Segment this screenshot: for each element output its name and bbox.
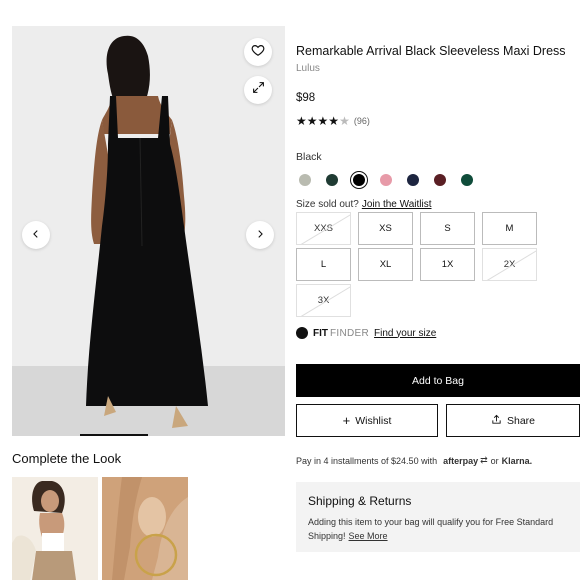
color-swatch-dot — [407, 174, 419, 186]
installments-text: Pay in 4 installments of $24.50 with — [296, 455, 438, 466]
fit-finder-fit: FIT — [313, 327, 328, 339]
afterpay-logo[interactable]: afterpay — [443, 456, 478, 466]
wishlist-button[interactable]: + Wishlist — [296, 404, 438, 437]
complete-the-look-heading: Complete the Look — [12, 451, 122, 466]
color-swatch-black[interactable] — [350, 171, 368, 189]
image-position-indicator — [80, 434, 148, 436]
star-icon: ★ — [317, 114, 329, 128]
look-photo — [102, 477, 188, 580]
size-option-m[interactable]: M — [482, 212, 537, 245]
afterpay-icon: ⇄ — [480, 455, 488, 465]
star-rating: ★ ★ ★ ★ ★ — [296, 114, 350, 128]
heart-icon — [251, 43, 265, 62]
add-to-bag-label: Add to Bag — [412, 374, 464, 387]
share-button[interactable]: Share — [446, 404, 580, 437]
installments-info: Pay in 4 installments of $24.50 with aft… — [296, 455, 532, 466]
star-icon: ★ — [306, 114, 318, 128]
fit-finder-finder: FINDER — [330, 327, 370, 339]
color-swatch-dark-green[interactable] — [323, 171, 341, 189]
find-your-size-link[interactable]: Find your size — [374, 328, 436, 339]
chevron-left-icon — [31, 226, 41, 244]
selected-color-label: Black — [296, 151, 322, 163]
product-price: $98 — [296, 92, 316, 104]
size-option-s[interactable]: S — [420, 212, 475, 245]
color-swatch-burgundy[interactable] — [431, 171, 449, 189]
size-option-xxs[interactable]: XXS — [296, 212, 351, 245]
shipping-body: Adding this item to your bag will qualif… — [308, 515, 568, 543]
look-thumbnail[interactable] — [12, 477, 98, 580]
size-option-xs[interactable]: XS — [358, 212, 413, 245]
add-to-bag-button[interactable]: Add to Bag — [296, 364, 580, 397]
size-option-3x[interactable]: 3X — [296, 284, 351, 317]
size-option-2x[interactable]: 2X — [482, 248, 537, 281]
size-option-l[interactable]: L — [296, 248, 351, 281]
shipping-heading: Shipping & Returns — [308, 494, 412, 508]
brand-link[interactable]: Lulus — [296, 63, 320, 74]
next-image-button[interactable] — [246, 221, 274, 249]
expand-icon — [252, 81, 265, 99]
color-swatch-emerald[interactable] — [458, 171, 476, 189]
klarna-logo[interactable]: Klarna. — [502, 456, 533, 466]
size-option-1x[interactable]: 1X — [420, 248, 475, 281]
star-icon: ★ — [328, 114, 340, 128]
review-count[interactable]: (96) — [354, 116, 370, 126]
share-label: Share — [506, 414, 536, 427]
color-swatch-dot — [434, 174, 446, 186]
shipping-text: Adding this item to your bag will qualif… — [308, 517, 554, 541]
color-swatch-pink[interactable] — [377, 171, 395, 189]
size-option-xl[interactable]: XL — [358, 248, 413, 281]
fit-finder-icon — [296, 327, 308, 339]
size-sold-out-note: Size sold out? Join the Waitlist — [296, 199, 431, 210]
rating[interactable]: ★ ★ ★ ★ ★ (96) — [296, 114, 370, 128]
star-icon: ★ — [296, 114, 307, 128]
color-swatches — [296, 171, 485, 189]
chevron-right-icon — [255, 226, 265, 244]
see-more-link[interactable]: See More — [349, 531, 388, 541]
color-swatch-sage[interactable] — [296, 171, 314, 189]
size-note-text: Size sold out? — [296, 199, 359, 210]
star-half-icon: ★ — [339, 114, 350, 128]
color-swatch-dot — [380, 174, 392, 186]
color-swatch-dot — [326, 174, 338, 186]
fit-finder: FIT FINDER Find your size — [296, 327, 436, 339]
look-photo — [12, 481, 76, 580]
color-swatch-dot — [299, 174, 311, 186]
color-swatch-dot — [353, 174, 365, 186]
product-title: Remarkable Arrival Black Sleeveless Maxi… — [296, 44, 566, 58]
wishlist-label: Wishlist — [355, 414, 392, 427]
look-thumbnail[interactable] — [102, 477, 188, 580]
installments-or: or — [490, 455, 499, 466]
plus-icon: + — [342, 413, 351, 428]
join-waitlist-link[interactable]: Join the Waitlist — [362, 199, 432, 210]
expand-button[interactable] — [244, 76, 272, 104]
previous-image-button[interactable] — [22, 221, 50, 249]
shipping-returns-panel: Shipping & Returns Adding this item to y… — [296, 482, 580, 552]
share-icon — [491, 413, 502, 428]
product-image[interactable] — [12, 26, 285, 436]
color-swatch-navy[interactable] — [404, 171, 422, 189]
color-swatch-dot — [461, 174, 473, 186]
favorite-button[interactable] — [244, 38, 272, 66]
